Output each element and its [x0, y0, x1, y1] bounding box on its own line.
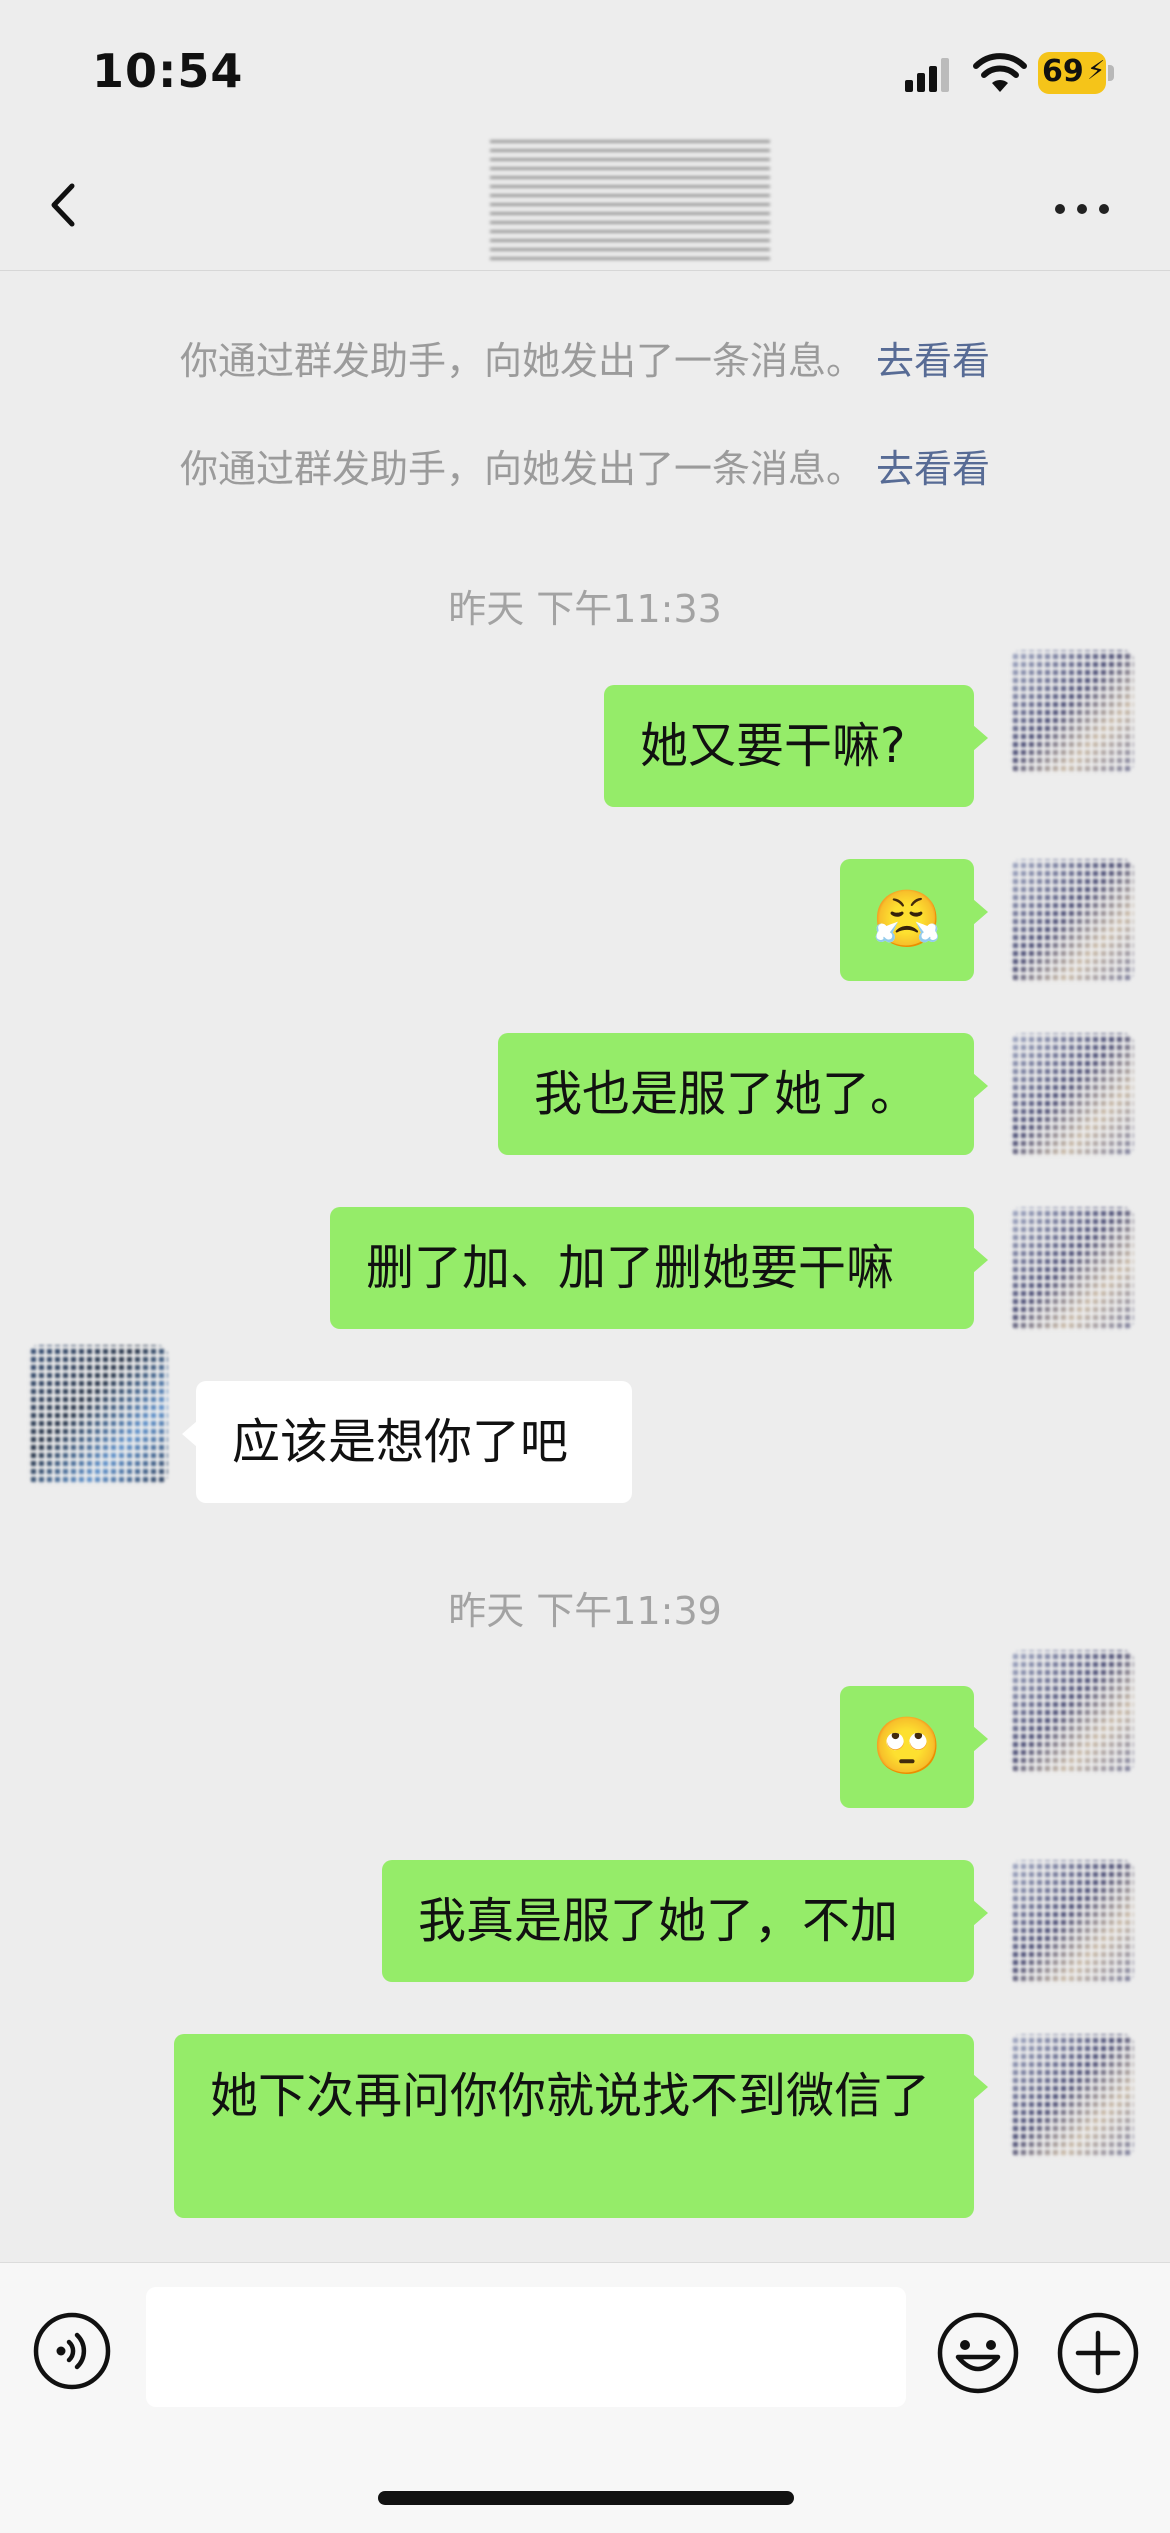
message-text: 她下次再问你你就说找不到微信了: [210, 2068, 931, 2124]
message-bubble-incoming[interactable]: 应该是想你了吧: [182, 1381, 632, 1503]
message-bubble-outgoing[interactable]: 我真是服了她了，不加: [382, 1860, 988, 1982]
battery-percentage: 69: [1042, 54, 1084, 89]
chevron-left-icon[interactable]: [40, 180, 90, 230]
plus-icon[interactable]: [1056, 2311, 1140, 2395]
view-link[interactable]: 去看看: [876, 447, 990, 491]
notice-text: 你通过群发助手，向她发出了一条消息。: [179, 339, 864, 383]
message-text: 我真是服了她了，不加: [418, 1893, 899, 1949]
home-indicator[interactable]: [378, 2491, 794, 2505]
avatar[interactable]: [1010, 1033, 1134, 1157]
message-bubble-outgoing[interactable]: 🙄: [840, 1686, 988, 1808]
message-bubble-outgoing[interactable]: 她又要干嘛?: [604, 685, 988, 807]
emoji-message: 🙄: [872, 1714, 942, 1779]
status-time: 10:54: [92, 44, 244, 98]
notice-text: 你通过群发助手，向她发出了一条消息。: [179, 447, 864, 491]
message-timestamp: 昨天 下午11:39: [448, 1589, 722, 1633]
message-bubble-outgoing[interactable]: 她下次再问你你就说找不到微信了: [174, 2034, 988, 2218]
voice-icon[interactable]: [32, 2311, 112, 2391]
cellular-signal-icon: [905, 58, 949, 92]
avatar[interactable]: [1010, 1860, 1134, 1984]
message-input[interactable]: [146, 2287, 906, 2407]
message-bubble-outgoing[interactable]: 我也是服了她了。: [498, 1033, 988, 1155]
battery-icon: 69 ⚡: [1038, 52, 1114, 94]
avatar[interactable]: [1010, 1650, 1134, 1774]
input-bar: [0, 2262, 1170, 2533]
system-notice: 你通过群发助手，向她发出了一条消息。 去看看: [0, 438, 1170, 493]
message-text: 应该是想你了吧: [232, 1414, 569, 1470]
message-text: 她又要干嘛?: [640, 718, 906, 774]
more-dots-icon[interactable]: [1055, 200, 1115, 216]
wifi-icon: [973, 53, 1027, 92]
message-bubble-outgoing[interactable]: 😤: [840, 859, 988, 981]
avatar[interactable]: [1010, 1207, 1134, 1331]
charging-bolt-icon: ⚡: [1087, 56, 1106, 86]
avatar[interactable]: [1010, 859, 1134, 983]
emoji-icon[interactable]: [936, 2311, 1020, 2395]
message-timestamp: 昨天 下午11:33: [448, 587, 722, 631]
avatar[interactable]: [1010, 650, 1134, 774]
avatar[interactable]: [1010, 2034, 1134, 2158]
message-bubble-outgoing[interactable]: 删了加、加了删她要干嘛: [330, 1207, 988, 1329]
view-link[interactable]: 去看看: [876, 339, 990, 383]
chat-title: [490, 140, 770, 260]
message-text: 我也是服了她了。: [534, 1066, 919, 1122]
system-notice: 你通过群发助手，向她发出了一条消息。 去看看: [0, 330, 1170, 385]
status-bar: 10:54 69 ⚡: [0, 0, 1170, 140]
message-text: 删了加、加了删她要干嘛: [366, 1240, 895, 1296]
emoji-message: 😤: [872, 887, 942, 952]
avatar[interactable]: [28, 1345, 168, 1485]
chat-header: [0, 140, 1170, 271]
